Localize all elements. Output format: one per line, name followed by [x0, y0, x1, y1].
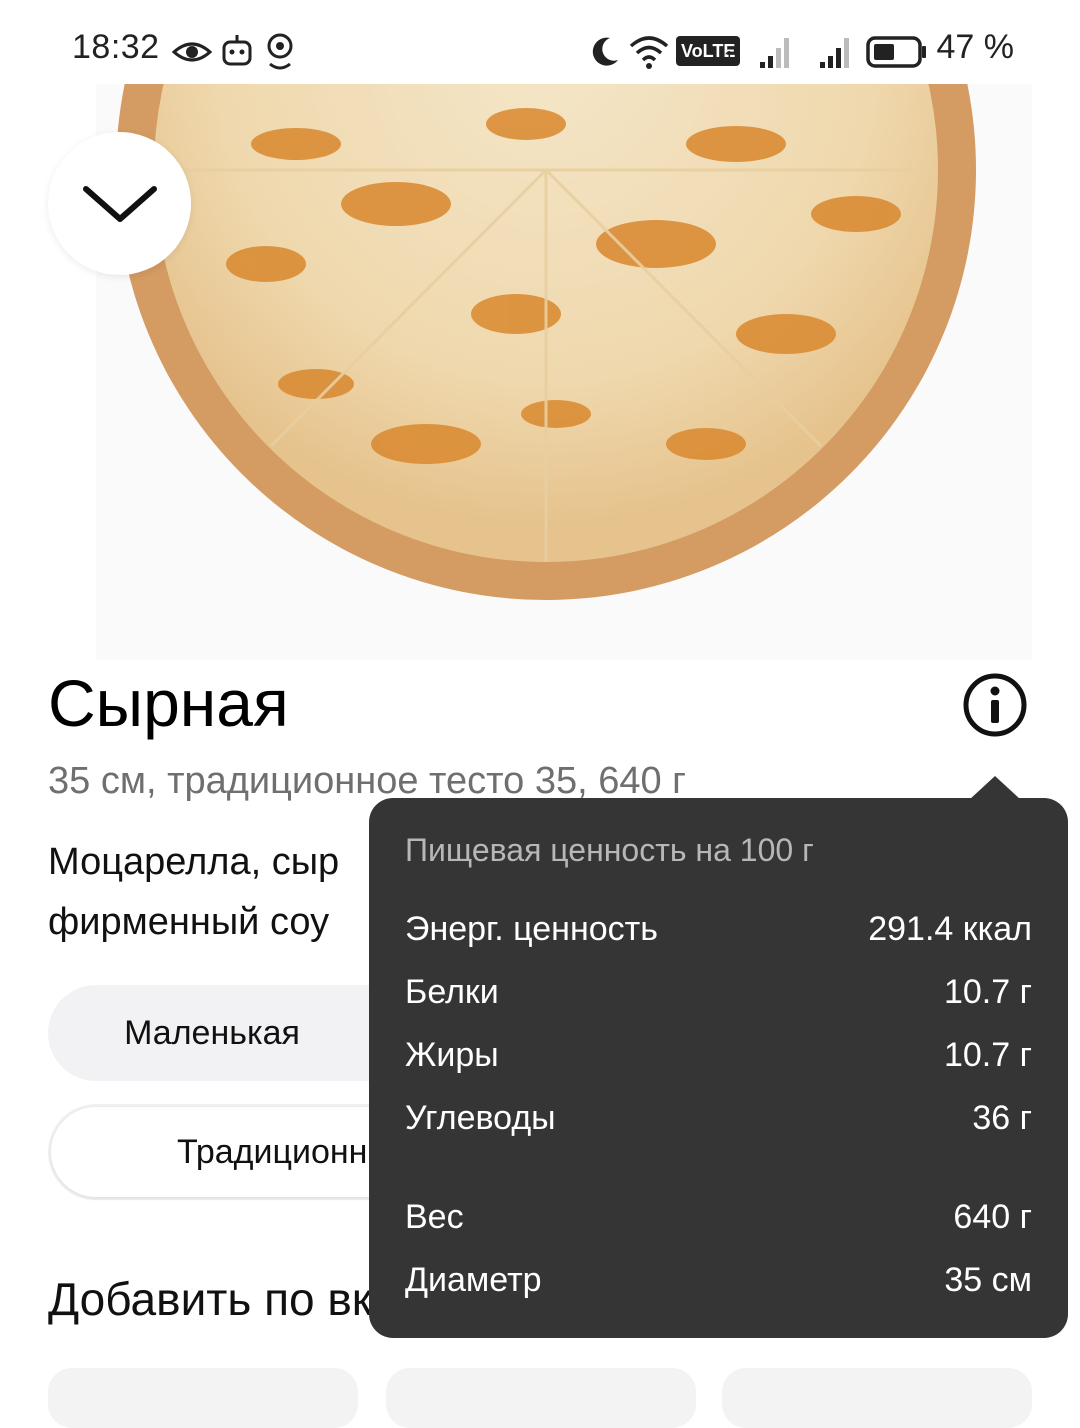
nutrition-row: Жиры 10.7 г: [405, 1036, 1032, 1080]
nutrition-label: Диаметр: [405, 1261, 542, 1299]
nutrition-tooltip: Пищевая ценность на 100 г Энерг. ценност…: [369, 776, 1068, 1338]
info-icon[interactable]: [962, 672, 1028, 738]
pizza-image: [116, 84, 976, 600]
nutrition-label: Энерг. ценность: [405, 910, 658, 948]
nutrition-row: Энерг. ценность 291.4 ккал: [405, 910, 1032, 954]
collapse-button[interactable]: [48, 132, 191, 275]
wifi-icon: [629, 36, 669, 69]
sim-index: 1: [724, 48, 735, 68]
nutrition-row: Диаметр 35 см: [405, 1261, 1032, 1305]
nutrition-value: 10.7 г: [943, 973, 1032, 1011]
nutrition-label: Жиры: [405, 1036, 499, 1074]
product-title: Сырная: [48, 666, 289, 740]
nutrition-row: Углеводы 36 г: [405, 1099, 1032, 1143]
robot-icon: [222, 35, 252, 66]
battery-icon: [866, 36, 926, 68]
nutrition-value: 10.7 г: [943, 1036, 1032, 1074]
addon-card[interactable]: [48, 1368, 358, 1428]
location-icon: [267, 33, 293, 70]
nutrition-row: Вес 640 г: [405, 1198, 1032, 1242]
nutrition-value: 640 г: [953, 1198, 1032, 1236]
nutrition-value: 36 г: [972, 1099, 1032, 1137]
nutrition-value: 291.4 ккал: [868, 910, 1032, 948]
signal-icon: [760, 38, 789, 68]
eye-icon: [172, 42, 212, 62]
nutrition-label: Углеводы: [405, 1099, 556, 1137]
add-to-taste-heading: Добавить по вк: [48, 1273, 372, 1325]
tooltip-arrow: [969, 776, 1021, 800]
status-time: 18:32: [72, 28, 160, 66]
nutrition-row: Белки 10.7 г: [405, 973, 1032, 1017]
nutrition-label: Вес: [405, 1198, 464, 1236]
addon-card[interactable]: [386, 1368, 696, 1428]
size-option-small[interactable]: Маленькая: [48, 985, 376, 1081]
nutrition-value: 35 см: [944, 1261, 1032, 1299]
battery-percent: 47 %: [936, 28, 1015, 66]
addon-card[interactable]: [722, 1368, 1032, 1428]
nutrition-label: Белки: [405, 973, 499, 1011]
product-subtitle: 35 см, традиционное тесто 35, 640 г: [48, 760, 687, 802]
chevron-down-icon: [82, 185, 157, 222]
nutrition-header: Пищевая ценность на 100 г: [405, 832, 814, 868]
product-image: [96, 84, 1032, 660]
moon-icon: [592, 37, 618, 66]
signal-icon: [820, 38, 849, 68]
